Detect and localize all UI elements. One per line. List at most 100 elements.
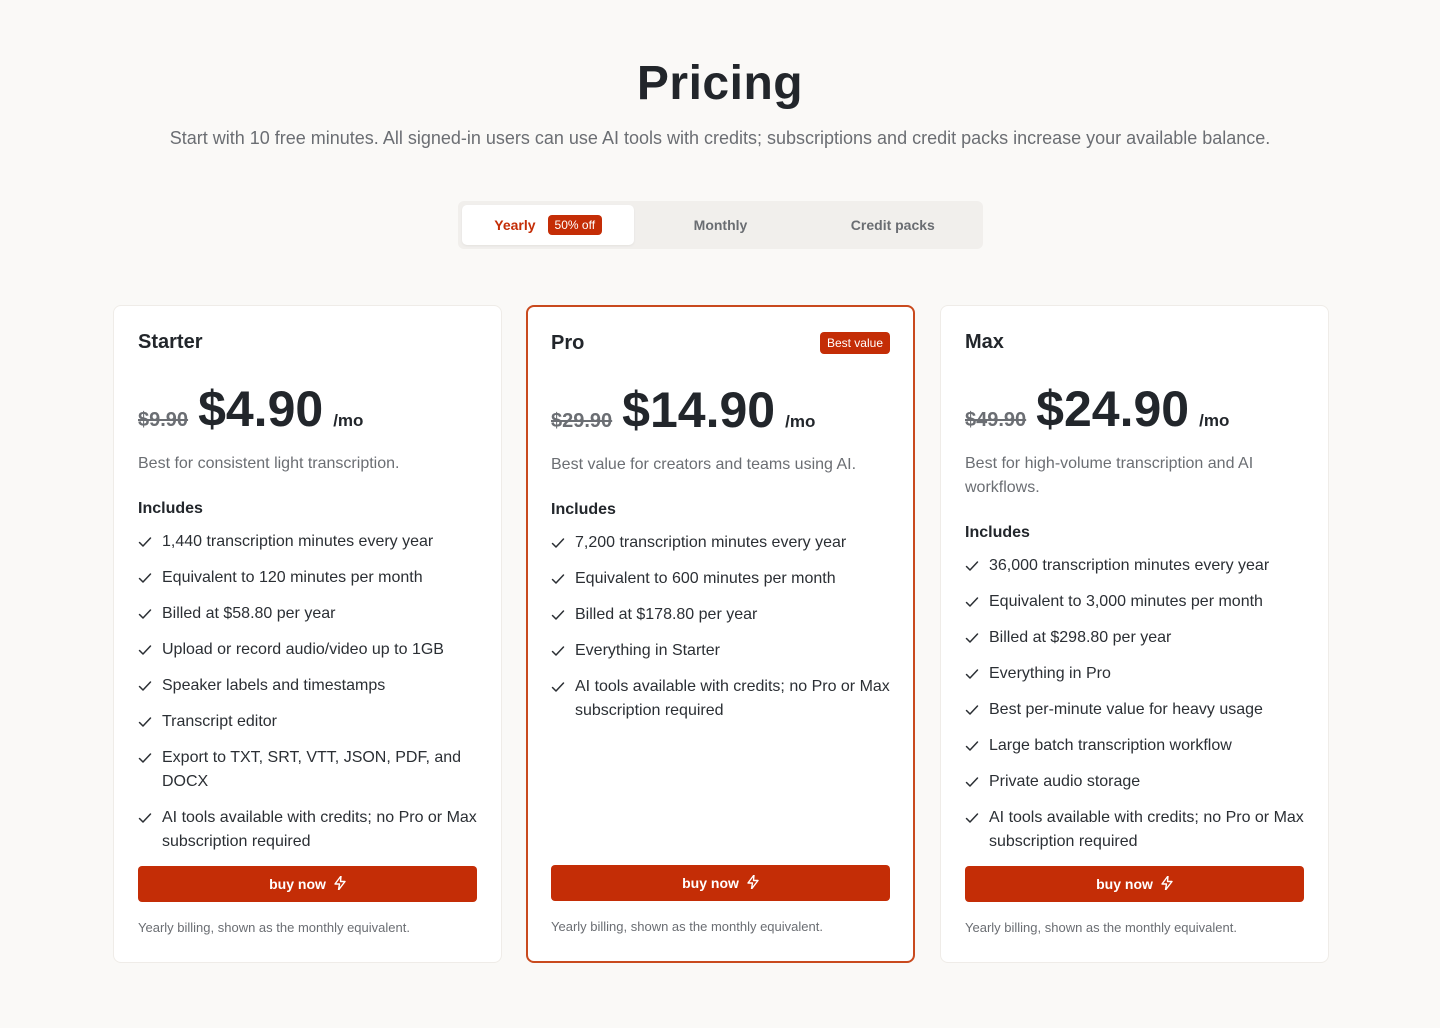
price-row: $49.90 $24.90 /mo (965, 380, 1304, 438)
plan-description: Best for consistent light transcription. (138, 455, 400, 472)
billing-note: Yearly billing, shown as the monthly equ… (138, 920, 410, 935)
check-icon (138, 806, 154, 830)
old-price: $29.90 (551, 410, 613, 432)
check-icon (965, 806, 981, 830)
billing-note: Yearly billing, shown as the monthly equ… (551, 919, 823, 934)
pricing-page: Pricing Start with 10 free minutes. All … (0, 0, 1440, 1028)
check-icon (551, 675, 567, 699)
plan-name: Pro (551, 331, 585, 354)
best-value-badge: Best value (819, 332, 890, 354)
buy-button-max[interactable]: buy now (965, 866, 1304, 902)
feature-text: AI tools available with credits; no Pro … (162, 809, 477, 850)
check-icon (138, 566, 154, 590)
buy-button-label: buy now (682, 875, 739, 891)
feature-item: Private audio storage (965, 770, 1304, 794)
old-price: $9.90 (138, 409, 189, 431)
billing-toggle: Yearly 50% off Monthly Credit packs (458, 201, 983, 249)
price-period: /mo (1199, 411, 1230, 430)
feature-item: Best per-minute value for heavy usage (965, 698, 1304, 722)
check-icon (965, 662, 981, 686)
price-period: /mo (785, 412, 816, 431)
plan-card-pro: Pro Best value $29.90 $14.90 /mo Best va… (526, 305, 915, 963)
feature-text: 36,000 transcription minutes every year (989, 557, 1270, 574)
feature-item: 7,200 transcription minutes every year (551, 531, 890, 555)
feature-text: Speaker labels and timestamps (162, 677, 386, 694)
feature-item: Billed at $298.80 per year (965, 626, 1304, 650)
plan-card-starter: Starter $9.90 $4.90 /mo Best for consist… (113, 305, 502, 963)
price: $14.90 (622, 382, 776, 438)
plan-card-max: Max $49.90 $24.90 /mo Best for high-volu… (940, 305, 1329, 963)
feature-text: Export to TXT, SRT, VTT, JSON, PDF, and … (162, 749, 462, 790)
feature-text: Private audio storage (989, 773, 1141, 790)
plan-name: Starter (138, 330, 203, 353)
lightning-icon (334, 874, 346, 893)
check-icon (138, 674, 154, 698)
check-icon (138, 638, 154, 662)
check-icon (551, 567, 567, 591)
discount-badge: 50% off (547, 215, 603, 235)
page-title: Pricing (636, 57, 804, 110)
check-icon (138, 746, 154, 770)
feature-item: Speaker labels and timestamps (138, 674, 477, 698)
feature-text: Equivalent to 120 minutes per month (162, 569, 423, 586)
buy-button-label: buy now (1096, 876, 1153, 892)
feature-text: Large batch transcription workflow (989, 737, 1232, 754)
feature-item: Billed at $178.80 per year (551, 603, 890, 627)
feature-text: Equivalent to 600 minutes per month (575, 570, 836, 587)
feature-text: 7,200 transcription minutes every year (575, 534, 847, 551)
check-icon (965, 626, 981, 650)
plan-name: Max (965, 330, 1004, 353)
lightning-icon (1161, 874, 1173, 893)
feature-item: Export to TXT, SRT, VTT, JSON, PDF, and … (138, 746, 477, 794)
feature-text: Billed at $178.80 per year (575, 606, 758, 623)
feature-text: AI tools available with credits; no Pro … (575, 678, 890, 719)
toggle-yearly[interactable]: Yearly 50% off (462, 205, 635, 245)
price: $24.90 (1036, 381, 1190, 437)
feature-text: Billed at $58.80 per year (162, 605, 336, 622)
feature-list: 7,200 transcription minutes every year Eq… (551, 531, 890, 723)
toggle-yearly-label: Yearly (494, 217, 536, 233)
feature-text: Best per-minute value for heavy usage (989, 701, 1263, 718)
price-row: $9.90 $4.90 /mo (138, 380, 477, 438)
includes-label: Includes (138, 500, 203, 517)
feature-text: Everything in Pro (989, 665, 1111, 682)
feature-list: 36,000 transcription minutes every year E… (965, 554, 1304, 854)
check-icon (551, 603, 567, 627)
check-icon (965, 698, 981, 722)
check-icon (965, 590, 981, 614)
feature-item: 36,000 transcription minutes every year (965, 554, 1304, 578)
page-subtitle: Start with 10 free minutes. All signed-i… (169, 128, 1271, 148)
buy-button-label: buy now (269, 876, 326, 892)
toggle-credit-packs[interactable]: Credit packs (807, 205, 979, 245)
feature-item: Equivalent to 120 minutes per month (138, 566, 477, 590)
feature-item: Upload or record audio/video up to 1GB (138, 638, 477, 662)
feature-text: Billed at $298.80 per year (989, 629, 1172, 646)
buy-button-starter[interactable]: buy now (138, 866, 477, 902)
feature-item: AI tools available with credits; no Pro … (138, 806, 477, 854)
check-icon (138, 710, 154, 734)
feature-text: AI tools available with credits; no Pro … (989, 809, 1304, 850)
feature-item: 1,440 transcription minutes every year (138, 530, 477, 554)
price-period: /mo (333, 411, 364, 430)
feature-text: Transcript editor (162, 713, 277, 730)
feature-item: Equivalent to 600 minutes per month (551, 567, 890, 591)
check-icon (138, 530, 154, 554)
plan-description: Best value for creators and teams using … (551, 456, 857, 473)
feature-item: Transcript editor (138, 710, 477, 734)
feature-list: 1,440 transcription minutes every year Eq… (138, 530, 477, 854)
feature-item: Large batch transcription workflow (965, 734, 1304, 758)
feature-item: AI tools available with credits; no Pro … (551, 675, 890, 723)
price: $4.90 (198, 381, 324, 437)
buy-button-pro[interactable]: buy now (551, 865, 890, 901)
check-icon (965, 734, 981, 758)
lightning-icon (747, 873, 759, 892)
toggle-monthly[interactable]: Monthly (634, 205, 806, 245)
feature-text: Everything in Starter (575, 642, 720, 659)
check-icon (965, 770, 981, 794)
check-icon (138, 602, 154, 626)
billing-note: Yearly billing, shown as the monthly equ… (965, 920, 1237, 935)
includes-label: Includes (965, 524, 1030, 541)
feature-item: Equivalent to 3,000 minutes per month (965, 590, 1304, 614)
feature-text: 1,440 transcription minutes every year (162, 533, 434, 550)
old-price: $49.90 (965, 409, 1027, 431)
